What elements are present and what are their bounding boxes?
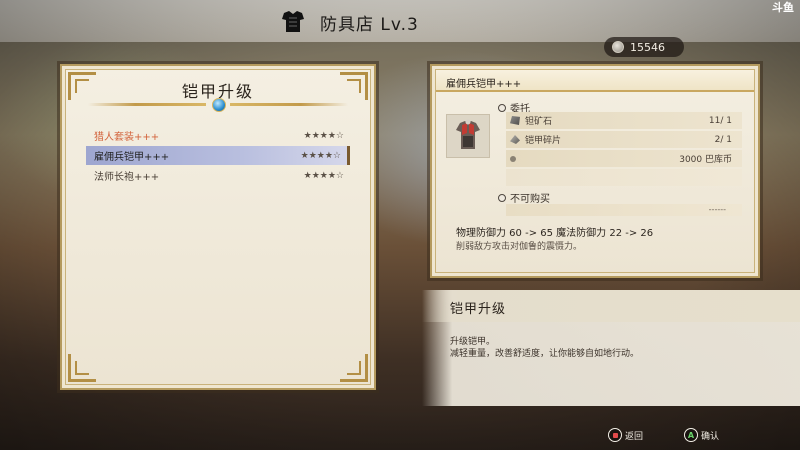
upgrade-list-panel: 铠甲升级 猎人套装+++ ★★★★☆ 雇佣兵铠甲+++ ★★★★☆ 法师长袍++… — [60, 64, 376, 390]
circle-icon — [498, 193, 506, 202]
info-box: 铠甲升级 升级铠甲。 减轻重量，改善舒适度，让你能够自如地行动。 — [422, 290, 800, 406]
coin-icon — [612, 41, 624, 53]
list-item-selected[interactable]: 雇佣兵铠甲+++ ★★★★☆ — [86, 146, 350, 165]
item-name: 猎人套装+++ — [94, 132, 160, 143]
shard-icon — [510, 135, 520, 144]
item-description: 削弱敌方攻击对伽鲁的震慑力。 — [456, 242, 583, 252]
a-button-icon: A — [684, 428, 698, 442]
item-name: 法师长袍+++ — [94, 172, 160, 183]
currency-amount: 15546 — [630, 40, 665, 54]
armor-item-icon — [456, 119, 480, 149]
item-stars: ★★★★☆ — [303, 170, 344, 181]
armor-icon — [282, 11, 304, 32]
item-stars: ★★★★☆ — [300, 150, 341, 161]
confirm-button[interactable]: A 确认 — [684, 428, 719, 442]
back-button[interactable]: 返回 — [608, 428, 643, 442]
confirm-label: 确认 — [701, 431, 720, 442]
ore-icon — [510, 116, 520, 125]
coin-small-icon — [510, 155, 516, 162]
material-cost: 3000 巴库币 — [679, 155, 732, 165]
list-item[interactable]: 猎人套装+++ ★★★★☆ — [86, 126, 350, 145]
info-title: 铠甲升级 — [422, 290, 800, 322]
list-item[interactable]: 法师长袍+++ ★★★★☆ — [86, 166, 350, 185]
material-count: 11/ 1 — [708, 115, 732, 126]
material-row-empty — [506, 169, 742, 186]
detail-title: 雇佣兵铠甲+++ — [436, 70, 754, 92]
material-count: 2/ 1 — [714, 134, 732, 145]
gem-icon — [212, 98, 226, 112]
back-label: 返回 — [625, 431, 644, 442]
circle-icon — [498, 103, 506, 112]
b-button-icon — [608, 428, 622, 442]
material-row: 3000 巴库币 — [506, 150, 742, 167]
corner-ornament — [68, 354, 96, 382]
shop-title-bar: 防具店 Lv.3 — [280, 8, 419, 36]
item-image — [446, 114, 490, 158]
item-detail-panel: 雇佣兵铠甲+++ 委托 钽矿石 11/ 1 铠甲碎片 2/ 1 3000 巴库币… — [430, 64, 760, 278]
material-row: 铠甲碎片 2/ 1 — [506, 131, 742, 148]
item-name: 雇佣兵铠甲+++ — [94, 152, 170, 163]
item-stars: ★★★★☆ — [303, 130, 344, 141]
upgrade-item-list: 猎人套装+++ ★★★★☆ 雇佣兵铠甲+++ ★★★★☆ 法师长袍+++ ★★★… — [86, 126, 350, 186]
currency-display: 15546 — [604, 37, 684, 57]
buy-price-row: ------ — [506, 204, 742, 216]
watermark-logo: 斗鱼 — [772, 1, 794, 14]
stats-change: 物理防御力 60 -> 65 魔法防御力 22 -> 26 — [456, 228, 654, 239]
not-buyable-label: 不可购买 — [498, 190, 550, 205]
corner-ornament — [340, 354, 368, 382]
material-row: 钽矿石 11/ 1 — [506, 112, 742, 129]
shop-name: 防具店 Lv.3 — [320, 14, 419, 35]
title-ornament — [88, 98, 348, 112]
info-line: 减轻重量，改善舒适度，让你能够自如地行动。 — [450, 349, 640, 359]
